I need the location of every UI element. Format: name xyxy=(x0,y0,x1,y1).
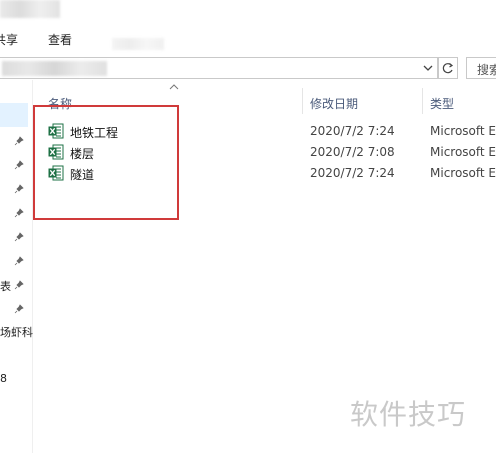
refresh-button[interactable] xyxy=(438,57,458,79)
nav-item-label[interactable]: 8 xyxy=(0,372,7,385)
tab-share[interactable]: 共享 xyxy=(0,31,18,48)
search-input[interactable]: 搜索 xyxy=(466,57,496,79)
pin-icon[interactable] xyxy=(14,208,24,218)
address-bar[interactable] xyxy=(0,57,438,79)
pin-icon[interactable] xyxy=(14,280,24,290)
file-date: 2020/7/2 7:24 xyxy=(310,166,395,180)
pin-icon[interactable] xyxy=(14,304,24,314)
file-type: Microsoft E xyxy=(430,166,496,180)
nav-selected-item[interactable] xyxy=(0,103,28,127)
file-date: 2020/7/2 7:08 xyxy=(310,145,395,159)
blurred-title xyxy=(0,0,60,18)
column-header-type[interactable]: 类型 xyxy=(430,95,454,112)
pin-icon[interactable] xyxy=(14,232,24,242)
pin-icon[interactable] xyxy=(14,184,24,194)
sort-ascending-icon xyxy=(169,84,179,90)
file-date: 2020/7/2 7:24 xyxy=(310,124,395,138)
file-type: Microsoft E xyxy=(430,124,496,138)
refresh-icon xyxy=(442,63,454,74)
chevron-down-icon[interactable] xyxy=(422,62,434,74)
blurred-ribbon xyxy=(112,38,164,50)
column-header-date[interactable]: 修改日期 xyxy=(310,95,358,112)
column-divider[interactable] xyxy=(302,88,303,114)
pin-icon[interactable] xyxy=(14,256,24,266)
file-type: Microsoft E xyxy=(430,145,496,159)
tab-view[interactable]: 查看 xyxy=(48,31,72,48)
nav-item-label[interactable]: 场虾科 xyxy=(0,324,33,340)
nav-item-label[interactable]: 表 xyxy=(0,278,11,294)
watermark-text: 软件技巧 xyxy=(350,398,467,431)
blurred-path xyxy=(2,61,107,76)
pin-icon[interactable] xyxy=(14,160,24,170)
column-divider[interactable] xyxy=(422,88,423,114)
pin-icon[interactable] xyxy=(14,136,24,146)
highlight-box xyxy=(33,105,179,220)
